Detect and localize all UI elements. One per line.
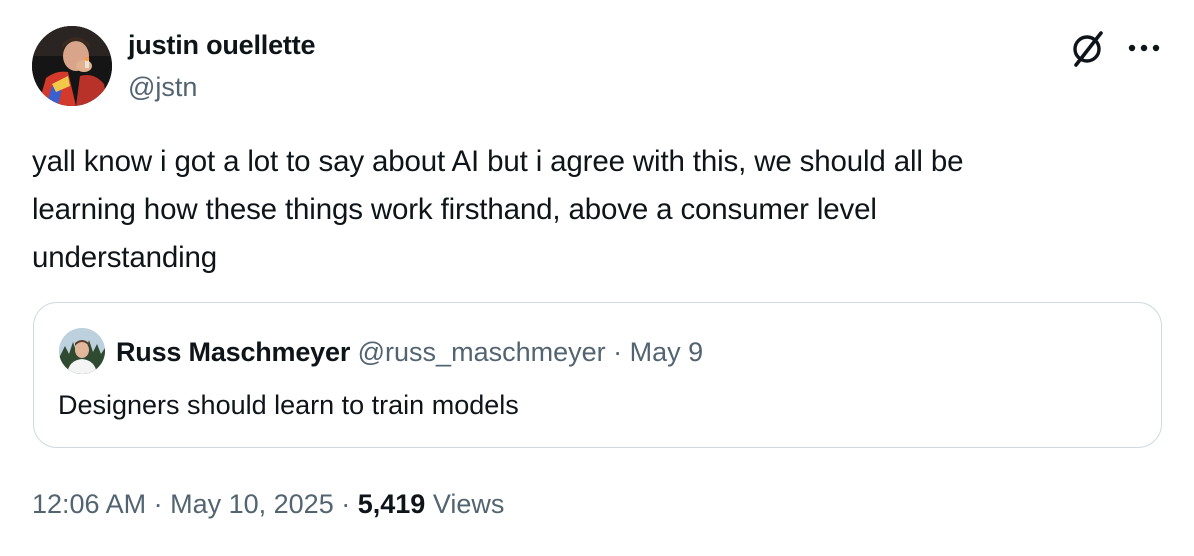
grok-icon[interactable]	[1068, 28, 1108, 68]
views-count[interactable]: 5,419	[358, 489, 426, 519]
quote-author-handle[interactable]: @russ_maschmeyer	[358, 337, 606, 367]
tweet: justin ouellette @jstn yall know i got a…	[0, 0, 1194, 556]
more-icon[interactable]	[1122, 28, 1166, 68]
author-avatar[interactable]	[32, 26, 112, 106]
tweet-time[interactable]: 12:06 AM	[32, 489, 146, 519]
meta-separator: ·	[153, 489, 163, 519]
quote-text: Designers should learn to train models	[58, 390, 519, 420]
quote-author-avatar-image	[59, 328, 105, 374]
quote-date[interactable]: May 9	[630, 337, 704, 367]
meta-separator-2: ·	[341, 489, 351, 519]
author-name[interactable]: justin ouellette	[128, 28, 316, 62]
tweet-text: yall know i got a lot to say about AI bu…	[32, 145, 964, 274]
more-icon-glyph	[1128, 44, 1160, 52]
quote-header: Russ Maschmeyer @russ_maschmeyer · May 9	[116, 335, 703, 369]
author-avatar-image	[32, 26, 112, 106]
quote-separator: ·	[613, 337, 623, 367]
views-label: Views	[432, 489, 505, 519]
tweet-date[interactable]: May 10, 2025	[170, 489, 334, 519]
grok-icon-glyph	[1073, 31, 1103, 67]
author-handle[interactable]: @jstn	[128, 70, 197, 104]
quote-author-avatar[interactable]	[59, 328, 105, 374]
tweet-meta: 12:06 AM · May 10, 2025 · 5,419 Views	[32, 486, 504, 522]
quote-author-name[interactable]: Russ Maschmeyer	[116, 337, 350, 367]
quote-tweet-card[interactable]: Russ Maschmeyer @russ_maschmeyer · May 9…	[33, 302, 1162, 448]
